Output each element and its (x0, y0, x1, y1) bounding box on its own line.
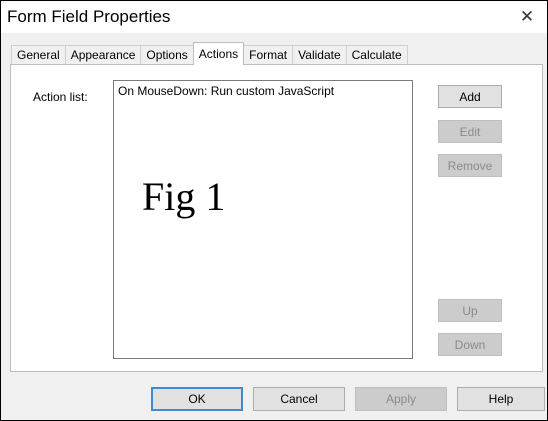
tab-calculate[interactable]: Calculate (345, 45, 408, 64)
tab-actions[interactable]: Actions (192, 42, 245, 65)
window-title: Form Field Properties (7, 7, 171, 26)
list-item[interactable]: On MouseDown: Run custom JavaScript (118, 84, 334, 98)
form-field-properties-dialog: Form Field Properties ✕ General Appearan… (0, 0, 548, 421)
help-button[interactable]: Help (457, 387, 545, 411)
add-button[interactable]: Add (438, 85, 502, 108)
remove-button[interactable]: Remove (438, 154, 502, 177)
title-bar: Form Field Properties ✕ (1, 1, 547, 33)
figure-annotation: Fig 1 (142, 174, 226, 219)
tab-general[interactable]: General (11, 45, 66, 64)
tab-validate[interactable]: Validate (292, 45, 347, 64)
cancel-button[interactable]: Cancel (253, 387, 345, 411)
tab-appearance[interactable]: Appearance (64, 45, 142, 64)
ok-button[interactable]: OK (151, 387, 243, 411)
tab-format[interactable]: Format (243, 45, 294, 64)
tab-options[interactable]: Options (140, 45, 194, 64)
edit-button[interactable]: Edit (438, 120, 502, 143)
down-button[interactable]: Down (438, 333, 502, 356)
apply-button[interactable]: Apply (355, 387, 447, 411)
up-button[interactable]: Up (438, 299, 502, 322)
action-list[interactable]: On MouseDown: Run custom JavaScript Fig … (113, 80, 413, 359)
action-list-label: Action list: (33, 90, 88, 104)
close-icon[interactable]: ✕ (507, 1, 547, 33)
actions-panel: Action list: On MouseDown: Run custom Ja… (10, 64, 543, 372)
tab-strip: General Appearance Options Actions Forma… (11, 42, 408, 65)
